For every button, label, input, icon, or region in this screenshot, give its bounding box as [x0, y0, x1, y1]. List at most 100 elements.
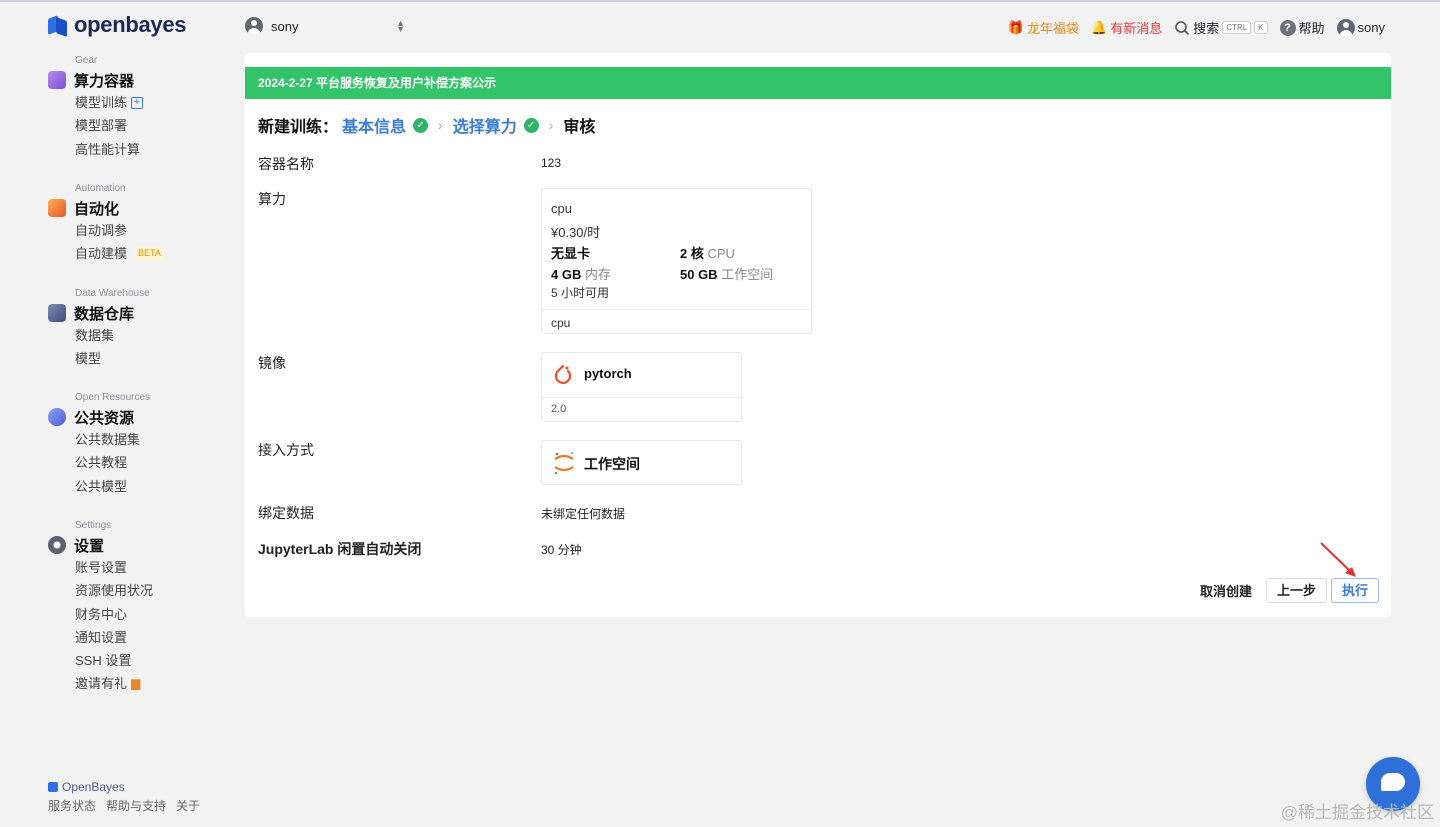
- step-select-compute[interactable]: 选择算力: [453, 113, 517, 137]
- sidebar-item-label: 资源使用状况: [75, 583, 154, 599]
- image-name: pytorch: [584, 366, 632, 381]
- previous-step-button[interactable]: 上一步: [1265, 578, 1327, 603]
- action-bar: 取消创建 上一步 执行: [1200, 578, 1379, 603]
- brand-name: openbayes: [74, 12, 187, 37]
- sidebar-item-ssh[interactable]: SSH 设置: [75, 649, 153, 672]
- sidebar-category: Gear: [75, 55, 98, 66]
- sidebar-section-automation: Automation 自动化 自动调参 自动建模 BETA: [48, 183, 164, 266]
- openbayes-small-logo-icon: [48, 782, 58, 792]
- sidebar-head-settings[interactable]: 设置: [48, 534, 153, 556]
- sidebar-head-label: 设置: [74, 537, 105, 555]
- chat-icon: [1381, 773, 1405, 791]
- bell-icon: 🔔: [1091, 19, 1108, 35]
- lucky-bag-label: 龙年福袋: [1027, 21, 1080, 36]
- workspace-user-name: sony: [271, 18, 299, 34]
- sidebar-category: Settings: [75, 520, 112, 531]
- step-basic-info[interactable]: 基本信息: [342, 113, 406, 137]
- chevron-right-icon: ›: [548, 117, 554, 133]
- sidebar-item-public-datasets[interactable]: 公共数据集: [75, 428, 150, 451]
- sidebar-item-invite[interactable]: 邀请有礼 ▆: [75, 672, 153, 695]
- announcement-banner[interactable]: 2024-2-27 平台服务恢复及用户补偿方案公示: [245, 67, 1391, 99]
- compute-available: 5 小时可用: [551, 286, 610, 300]
- sidebar-section-gear: Gear 算力容器 模型训练 + 模型部署 高性能计算: [48, 55, 144, 161]
- sidebar-item-label: 数据集: [75, 328, 115, 343]
- user-name: sony: [1357, 20, 1385, 35]
- main-card: 2024-2-27 平台服务恢复及用户补偿方案公示 新建训练： 基本信息 ✓ ›…: [245, 53, 1391, 617]
- notifications-label: 有新消息: [1110, 21, 1163, 36]
- sidebar-item-label: 邀请有礼: [75, 676, 128, 692]
- automation-icon: [48, 199, 66, 217]
- sidebar-item-label: 高性能计算: [75, 141, 141, 157]
- beta-badge: BETA: [135, 247, 164, 261]
- image-version: 2.0: [551, 403, 567, 415]
- sidebar-item-account[interactable]: 账号设置: [75, 556, 153, 579]
- sidebar-item-usage[interactable]: 资源使用状况: [75, 579, 153, 602]
- sidebar-item-label: 财务中心: [75, 606, 128, 622]
- topbar-actions: 🎁 龙年福袋 🔔 有新消息 搜索 CTRL K ? 帮助 sony: [1008, 18, 1385, 37]
- sidebar-category: Data Warehouse: [75, 288, 150, 299]
- jupyter-icon: [554, 452, 574, 475]
- sidebar-item-automodel[interactable]: 自动建模 BETA: [75, 242, 164, 265]
- idle-shutdown-value: 30 分钟: [541, 543, 582, 557]
- sidebar-item-train[interactable]: 模型训练 +: [75, 91, 144, 114]
- sidebar-item-deploy[interactable]: 模型部署: [75, 114, 143, 137]
- annotation-arrow-icon: [1320, 542, 1356, 577]
- add-icon[interactable]: +: [131, 96, 144, 109]
- access-card: 工作空间: [541, 440, 742, 485]
- compute-mem-num: 4 GB: [551, 267, 582, 282]
- sidebar-head-public[interactable]: 公共资源: [48, 406, 150, 428]
- sidebar-item-public-tutorials[interactable]: 公共教程: [75, 451, 150, 474]
- sidebar-item-notifications[interactable]: 通知设置: [75, 626, 153, 649]
- compute-cpu-num: 2 核: [680, 246, 704, 261]
- workspace-user-select[interactable]: sony ▲ ▼: [245, 17, 405, 35]
- sidebar-item-label: 自动建模: [75, 246, 128, 262]
- compute-title: cpu: [551, 201, 572, 216]
- sidebar-head-label: 算力容器: [74, 72, 135, 90]
- avatar: [1336, 18, 1355, 37]
- user-menu[interactable]: sony: [1336, 18, 1385, 37]
- sidebar-item-label: 通知设置: [75, 629, 128, 645]
- brand-logo[interactable]: openbayes: [48, 12, 187, 38]
- sidebar-head-data[interactable]: 数据仓库: [48, 302, 150, 324]
- divider: [542, 397, 741, 398]
- compute-gpu: 无显卡: [551, 243, 590, 262]
- top-border: [0, 0, 1440, 2]
- kbd-ctrl: CTRL: [1222, 21, 1252, 34]
- compute-ws-num: 50 GB: [680, 267, 718, 282]
- sidebar-section-data: Data Warehouse 数据仓库 数据集 模型: [48, 288, 150, 371]
- help-label: 帮助: [1298, 21, 1325, 36]
- updown-chevron-icon: ▲ ▼: [396, 18, 405, 34]
- sidebar-item-label: 公共教程: [75, 455, 128, 471]
- lucky-bag-link[interactable]: 🎁 龙年福袋: [1008, 18, 1079, 37]
- container-name-label: 容器名称: [258, 156, 314, 172]
- footer-link-about[interactable]: 关于: [176, 797, 200, 814]
- help-link[interactable]: ? 帮助: [1279, 18, 1325, 37]
- cancel-create-button[interactable]: 取消创建: [1200, 581, 1252, 600]
- sidebar-item-hpc[interactable]: 高性能计算: [75, 138, 143, 161]
- footer-link-help[interactable]: 帮助与支持: [106, 797, 166, 814]
- footer-link-status[interactable]: 服务状态: [48, 797, 96, 814]
- sidebar-head-label: 数据仓库: [74, 305, 135, 323]
- sidebar-head-label: 自动化: [74, 200, 120, 218]
- notifications-link[interactable]: 🔔 有新消息: [1091, 18, 1162, 37]
- idle-shutdown-label: JupyterLab 闲置自动关闭: [258, 541, 422, 557]
- sidebar-item-finance[interactable]: 财务中心: [75, 603, 153, 626]
- search-button[interactable]: 搜索 CTRL K: [1174, 18, 1268, 37]
- compute-cpu: 2 核 CPU: [680, 243, 735, 262]
- footer-brand[interactable]: OpenBayes: [48, 780, 125, 794]
- sidebar-head-gear[interactable]: 算力容器: [48, 69, 143, 91]
- sidebar-item-label: 账号设置: [75, 560, 128, 575]
- compute-label: 算力: [258, 191, 286, 207]
- pytorch-icon: [554, 364, 572, 384]
- sidebar-item-models[interactable]: 模型: [75, 347, 150, 370]
- sidebar-section-public: Open Resources 公共资源 公共数据集 公共教程 公共模型: [48, 392, 150, 498]
- sidebar-item-autotune[interactable]: 自动调参: [75, 219, 164, 242]
- sidebar-item-datasets[interactable]: 数据集: [75, 324, 150, 347]
- sidebar-head-automation[interactable]: 自动化: [48, 197, 164, 219]
- sidebar-item-public-models[interactable]: 公共模型: [75, 475, 150, 498]
- execute-button[interactable]: 执行: [1330, 578, 1379, 603]
- image-label: 镜像: [258, 355, 286, 371]
- access-label: 接入方式: [258, 442, 314, 458]
- footer-brand-label: OpenBayes: [62, 780, 125, 794]
- public-resources-icon: [48, 408, 66, 426]
